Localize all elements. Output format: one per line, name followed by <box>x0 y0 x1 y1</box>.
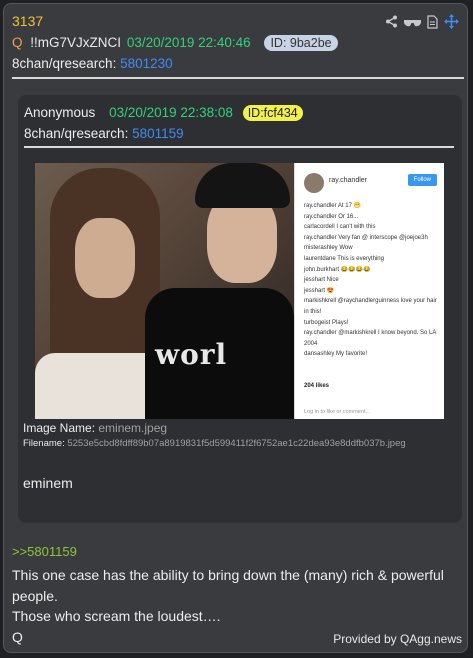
filename-value: 5253e5cbd8fdff89b07a8919831f5d599411f2f6… <box>67 438 406 449</box>
provided-by: Provided by QAgg.news <box>333 632 462 646</box>
image-name-value: eminem.jpeg <box>98 421 168 435</box>
board-label: 8chan/qresearch: <box>12 56 117 71</box>
quoted-divider <box>24 146 454 148</box>
avatar <box>304 173 324 193</box>
hat-shape <box>195 163 290 208</box>
post-meta: Q !!mG7VJxZNCI 03/20/2019 22:40:46 ID: 9… <box>12 35 338 51</box>
post-card: 3137 Q !!mG7VJxZNCI 03/20/2019 22:40:46 … <box>3 3 468 653</box>
post-actions <box>385 14 459 34</box>
reply-link[interactable]: >>5801159 <box>12 544 77 559</box>
image-name-line: Image Name: eminem.jpeg <box>23 421 167 435</box>
shirt-print: worl <box>155 338 228 371</box>
quoted-id-badge: ID:fcf434 <box>242 105 303 121</box>
comment-line: jesshart 😍 <box>304 287 335 294</box>
post-number[interactable]: 3137 <box>12 13 43 29</box>
filename-label: Filename: <box>23 438 65 449</box>
comment-line: john.burkhart 😂😂😂😂 <box>304 266 371 273</box>
body-line: This one case has the ability to bring d… <box>12 567 444 604</box>
glasses-icon[interactable] <box>404 15 421 33</box>
quoted-post: Anonymous 03/20/2019 22:38:08 ID:fcf434 … <box>18 95 462 523</box>
insta-username: ray.chandler <box>329 177 368 184</box>
comment-line: misterashley Wow <box>304 245 353 252</box>
comment-line: jesshart Nice <box>304 277 339 284</box>
comment-line: ray.chandler @markishkrell I know beyond… <box>304 330 437 347</box>
instagram-panel: ray.chandler Follow ray.chandler At 17 😁… <box>294 163 444 419</box>
post-datetime: 03/20/2019 22:40:46 <box>126 35 251 50</box>
body-line: Those who scream the loudest…. <box>12 608 221 624</box>
insta-comments: ray.chandler At 17 😁 ray.chandler Or 16.… <box>304 201 439 360</box>
photo-area: worl <box>35 163 294 419</box>
insta-likes: 204 likes <box>304 383 330 389</box>
face-shape <box>75 218 135 298</box>
comment-line: ray.chandler At 17 😁 <box>304 203 362 209</box>
comment-line: carlacordell I can't with this <box>304 224 376 231</box>
move-icon[interactable] <box>444 14 459 34</box>
comment-line: turbogeist Plays! <box>304 319 349 326</box>
quoted-board-line: 8chan/qresearch: 5801159 <box>24 126 184 141</box>
quoted-author: Anonymous <box>24 105 96 120</box>
filename-line: Filename: 5253e5cbd8fdff89b07a8919831f5d… <box>23 438 406 449</box>
quoted-board-label: 8chan/qresearch: <box>24 126 129 141</box>
divider <box>12 77 464 79</box>
id-badge: ID: 9ba2be <box>264 35 338 51</box>
comment-line: markishkrell @raychandlerguinness love y… <box>304 298 437 315</box>
post-image[interactable]: worl ray.chandler Follow ray.chandler At… <box>35 163 444 419</box>
board-line: 8chan/qresearch: 5801230 <box>12 56 173 71</box>
comment-line: laurentdane This is everything <box>304 255 384 262</box>
document-icon[interactable] <box>427 14 438 34</box>
insta-login: Log in to like or comment... <box>304 409 371 415</box>
comment-line: dansashley My favorite! <box>304 351 368 358</box>
board-post-link[interactable]: 5801230 <box>120 56 173 71</box>
quoted-datetime: 03/20/2019 22:38:08 <box>109 105 233 120</box>
q-marker: Q <box>12 35 23 50</box>
follow-button: Follow <box>407 174 437 186</box>
quoted-board-post-link[interactable]: 5801159 <box>132 126 184 141</box>
comment-line: ray.chandler Or 16... <box>304 213 359 220</box>
image-name-label: Image Name: <box>23 421 96 435</box>
tripcode: !!mG7VJxZNCI <box>30 35 122 50</box>
quoted-meta: Anonymous 03/20/2019 22:38:08 ID:fcf434 <box>24 105 303 121</box>
comment-line: ray.chandler Very fan @ interscope @joej… <box>304 234 428 241</box>
share-icon[interactable] <box>385 15 398 33</box>
quoted-body: eminem <box>23 475 73 491</box>
